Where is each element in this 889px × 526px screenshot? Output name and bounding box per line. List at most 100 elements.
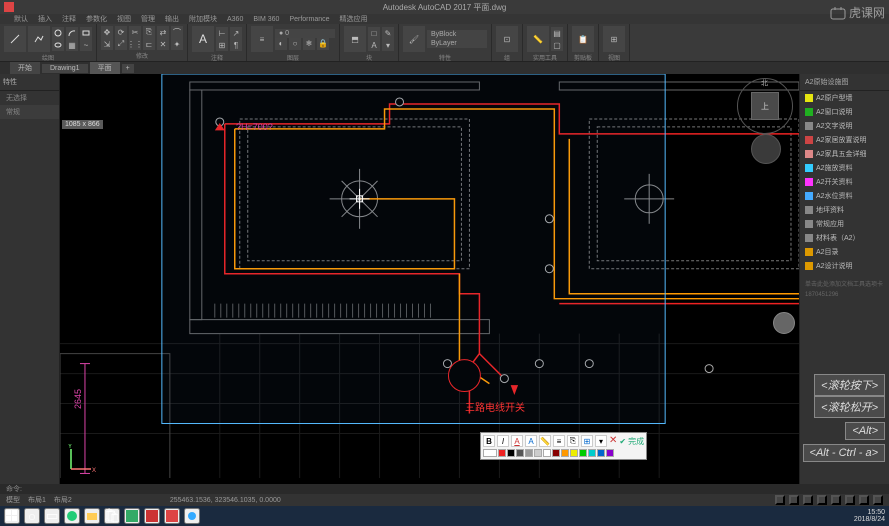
- start-button[interactable]: [4, 508, 20, 524]
- layer-item[interactable]: A2原户型墙: [800, 91, 889, 105]
- layer-item[interactable]: A2家居放置说明: [800, 133, 889, 147]
- lwt-toggle[interactable]: [859, 495, 869, 505]
- menu-7[interactable]: 附加模块: [189, 14, 217, 24]
- ellipse-button[interactable]: [52, 39, 64, 51]
- trim-button[interactable]: ✂: [129, 26, 141, 38]
- array-button[interactable]: ⋮⋮: [129, 38, 141, 50]
- menu-8[interactable]: A360: [227, 16, 243, 23]
- viewcube-face[interactable]: 上: [751, 92, 779, 120]
- tab-start[interactable]: 开始: [10, 62, 40, 74]
- color-green[interactable]: [579, 449, 587, 457]
- otrack-toggle[interactable]: [845, 495, 855, 505]
- hatch-button[interactable]: ▦: [66, 39, 78, 51]
- arc-button[interactable]: [66, 27, 78, 39]
- move-button[interactable]: ✥: [101, 26, 113, 38]
- tab-current[interactable]: 平面: [90, 62, 120, 74]
- txt-bold-button[interactable]: B: [483, 435, 495, 447]
- recorder-icon[interactable]: [184, 508, 200, 524]
- layer-freeze-button[interactable]: ❄: [303, 38, 315, 50]
- layer-item[interactable]: 材料表（A2）: [800, 231, 889, 245]
- rect-button[interactable]: [80, 27, 92, 39]
- rotate-button[interactable]: ⟳: [115, 26, 127, 38]
- attr-button[interactable]: A: [368, 39, 380, 51]
- menu-0[interactable]: 默认: [14, 14, 28, 24]
- spline-button[interactable]: ~: [80, 39, 92, 51]
- tab-model[interactable]: 模型: [6, 495, 20, 505]
- layer-dropdown[interactable]: ● 0: [275, 29, 335, 38]
- store-icon[interactable]: 🛍: [104, 508, 120, 524]
- select-button[interactable]: ▢: [551, 39, 563, 51]
- menu-9[interactable]: BIM 360: [253, 16, 279, 23]
- color-dgrey[interactable]: [516, 449, 524, 457]
- ltype-dropdown[interactable]: ByLayer: [427, 39, 487, 48]
- color-dred[interactable]: [552, 449, 560, 457]
- color-current[interactable]: [483, 449, 497, 457]
- layer-props-button[interactable]: ≡: [251, 26, 273, 52]
- color-lgrey[interactable]: [534, 449, 542, 457]
- menu-1[interactable]: 插入: [38, 14, 52, 24]
- txt-more-button[interactable]: ▾: [595, 435, 607, 447]
- menu-6[interactable]: 输出: [165, 14, 179, 24]
- color-yellow[interactable]: [570, 449, 578, 457]
- offset-button[interactable]: ⊏: [143, 38, 155, 50]
- txt-underline-button[interactable]: A: [511, 435, 523, 447]
- edge-icon[interactable]: [64, 508, 80, 524]
- color-grey[interactable]: [525, 449, 533, 457]
- line-button[interactable]: [4, 26, 26, 52]
- create-block-button[interactable]: □: [368, 27, 380, 39]
- layer-item[interactable]: A2家具五金详细: [800, 147, 889, 161]
- color-orange[interactable]: [561, 449, 569, 457]
- txt-copy-button[interactable]: ⎘: [567, 435, 579, 447]
- layer-item[interactable]: 地坪资料: [800, 203, 889, 217]
- edit-block-button[interactable]: ✎: [382, 27, 394, 39]
- tab-layout1[interactable]: 布局1: [28, 495, 46, 505]
- osnap-toggle[interactable]: [831, 495, 841, 505]
- block-more[interactable]: ▾: [382, 39, 394, 51]
- circle-button[interactable]: [52, 27, 64, 39]
- polar-toggle[interactable]: [817, 495, 827, 505]
- mirror-button[interactable]: ⇄: [157, 26, 169, 38]
- taskview-icon[interactable]: ▭: [44, 508, 60, 524]
- stretch-button[interactable]: ⇲: [101, 38, 113, 50]
- group-button[interactable]: ⊡: [496, 26, 518, 52]
- layer-item[interactable]: A2目录: [800, 245, 889, 259]
- explode-button[interactable]: ✦: [171, 38, 183, 50]
- layer-off-button[interactable]: ○: [289, 38, 301, 50]
- layer-iso-button[interactable]: ◐: [275, 38, 287, 50]
- color-purple[interactable]: [606, 449, 614, 457]
- switch-annotation[interactable]: 三路电线开关: [465, 399, 525, 414]
- tab-new[interactable]: +: [122, 64, 134, 73]
- menu-10[interactable]: Performance: [289, 16, 329, 23]
- scale-button[interactable]: ⤢: [115, 38, 127, 50]
- layer-lock-button[interactable]: 🔒: [317, 38, 329, 50]
- color-dropdown[interactable]: ByBlock: [427, 30, 487, 39]
- txt-ruler-button[interactable]: 📏: [539, 435, 551, 447]
- mtext-button[interactable]: ¶: [230, 39, 242, 51]
- menu-4[interactable]: 视图: [117, 14, 131, 24]
- nav-wheel[interactable]: [751, 134, 781, 164]
- txt-settings-button[interactable]: ⊞: [581, 435, 593, 447]
- system-time[interactable]: 15:50 2018/8/24: [854, 509, 885, 523]
- dim-button[interactable]: ⊢: [216, 27, 228, 39]
- fillet-button[interactable]: ⌒: [171, 26, 183, 38]
- app1-icon[interactable]: [124, 508, 140, 524]
- tab-layout2[interactable]: 布局2: [54, 495, 72, 505]
- txt-layer-button[interactable]: ≡: [553, 435, 565, 447]
- drawing-canvas[interactable]: 1085 x 866: [60, 74, 799, 484]
- insert-button[interactable]: ⬒: [344, 26, 366, 52]
- ortho-toggle[interactable]: [803, 495, 813, 505]
- text-button[interactable]: A: [192, 26, 214, 52]
- menu-11[interactable]: 精选应用: [340, 14, 368, 24]
- layer-item[interactable]: A2水位资料: [800, 189, 889, 203]
- paste-button[interactable]: 📋: [572, 26, 594, 52]
- snap-toggle[interactable]: [775, 495, 785, 505]
- layer-item[interactable]: A2文字说明: [800, 119, 889, 133]
- command-line[interactable]: 命令:: [0, 484, 889, 494]
- color-black[interactable]: [507, 449, 515, 457]
- txt-done-button[interactable]: ✔完成: [619, 435, 644, 447]
- leader-button[interactable]: ↗: [230, 27, 242, 39]
- explorer-icon[interactable]: [84, 508, 100, 524]
- color-red[interactable]: [498, 449, 506, 457]
- layer-item[interactable]: A2施放资料: [800, 161, 889, 175]
- calc-button[interactable]: ▤: [551, 27, 563, 39]
